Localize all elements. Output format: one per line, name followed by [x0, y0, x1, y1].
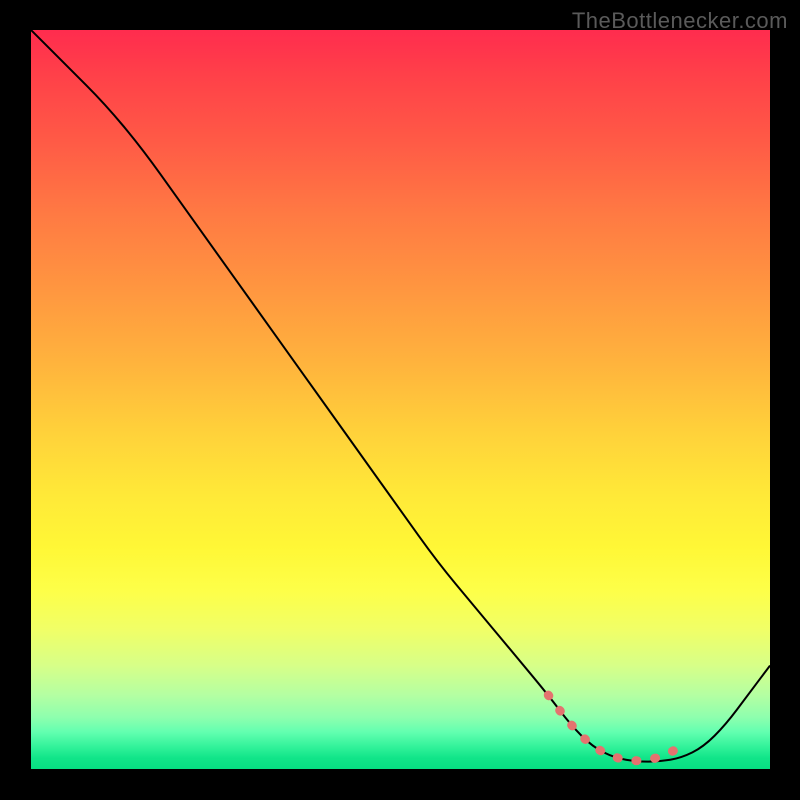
curve-path: [31, 30, 770, 762]
bottleneck-curve-svg: [31, 30, 770, 769]
optimal-range-marker: [548, 695, 681, 761]
chart-plot-area: [30, 30, 770, 770]
